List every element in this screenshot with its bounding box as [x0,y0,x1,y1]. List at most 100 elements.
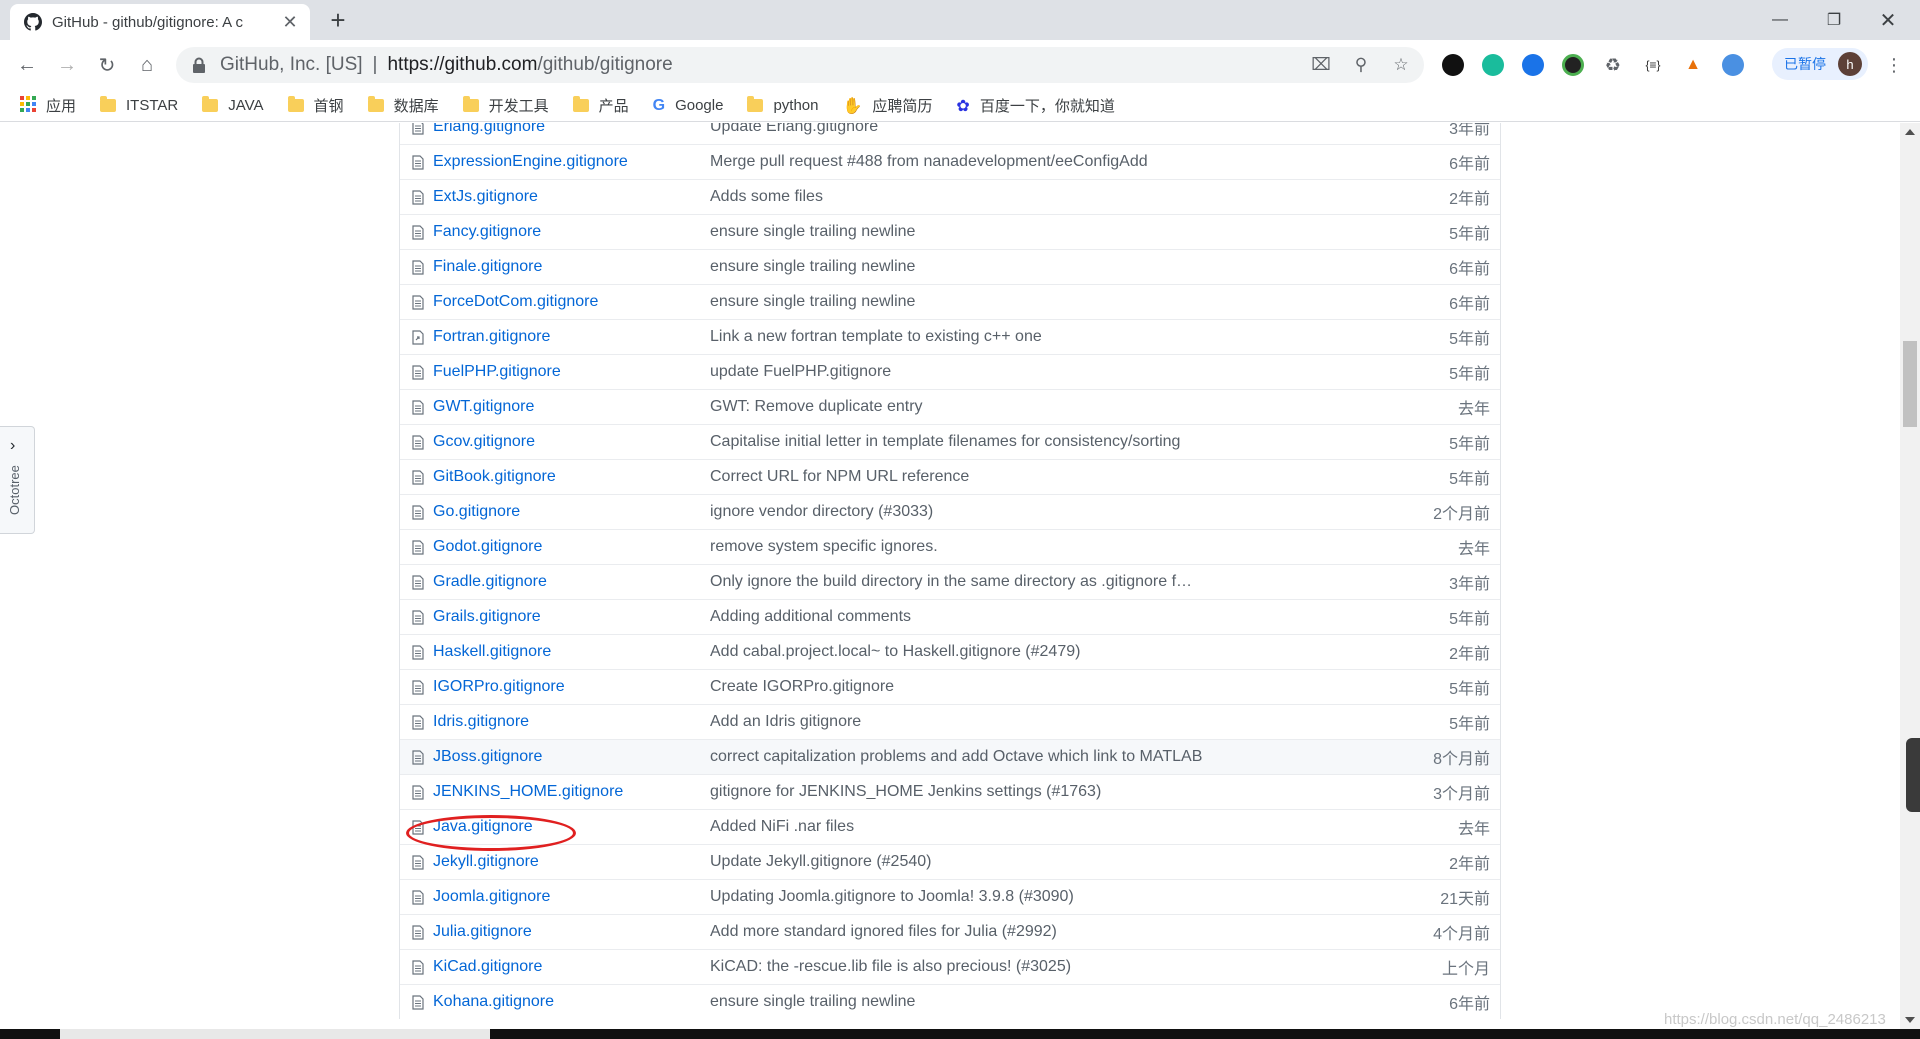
bookmark-item[interactable]: python [747,96,818,114]
file-row[interactable]: Kohana.gitignore ensure single trailing n… [400,984,1500,1019]
file-row[interactable]: KiCad.gitignore KiCAD: the -rescue.lib fi… [400,949,1500,984]
commit-message-link[interactable]: Adding additional comments [710,608,911,626]
more-menu-icon[interactable]: ⋮ [1884,54,1904,76]
file-row[interactable]: Erlang.gitignore Update Erlang.gitignore 3… [400,123,1500,144]
translate-icon[interactable]: ⌧ [1308,53,1334,77]
extension-icon-4[interactable] [1562,54,1584,76]
commit-message-link[interactable]: Add cabal.project.local~ to Haskell.giti… [710,643,1080,661]
file-name-link[interactable]: GWT.gitignore [433,398,534,416]
new-tab-button[interactable]: + [325,7,351,34]
commit-message-link[interactable]: correct capitalization problems and add … [710,748,1202,766]
taskbar-item[interactable] [60,1029,490,1039]
file-row[interactable]: Gradle.gitignore Only ignore the build di… [400,564,1500,599]
file-name-link[interactable]: Joomla.gitignore [433,888,550,906]
file-name-link[interactable]: Go.gitignore [433,503,520,521]
file-name-link[interactable]: Gcov.gitignore [433,433,535,451]
file-name-link[interactable]: JENKINS_HOME.gitignore [433,783,623,801]
scroll-up-icon[interactable] [1905,129,1915,135]
extension-icon-7[interactable]: ▲ [1682,54,1704,76]
commit-message-link[interactable]: Only ignore the build directory in the s… [710,573,1192,591]
file-row[interactable]: Grails.gitignore Adding additional commen… [400,599,1500,634]
file-name-link[interactable]: JBoss.gitignore [433,748,542,766]
file-row[interactable]: FuelPHP.gitignore update FuelPHP.gitignor… [400,354,1500,389]
commit-message-link[interactable]: GWT: Remove duplicate entry [710,398,923,416]
address-bar[interactable]: GitHub, Inc. [US] | https://github.com/g… [176,47,1424,83]
file-name-link[interactable]: Idris.gitignore [433,713,529,731]
commit-message-link[interactable]: Capitalise initial letter in template fi… [710,433,1180,451]
file-name-link[interactable]: KiCad.gitignore [433,958,542,976]
bookmark-item[interactable]: ✿ 百度一下，你就知道 [956,95,1114,116]
side-widget[interactable] [1906,738,1920,812]
file-row[interactable]: Gcov.gitignore Capitalise initial letter … [400,424,1500,459]
file-name-link[interactable]: Kohana.gitignore [433,993,554,1011]
file-row[interactable]: Godot.gitignore remove system specific ig… [400,529,1500,564]
file-name-link[interactable]: Godot.gitignore [433,538,542,556]
file-row[interactable]: Java.gitignore Added NiFi .nar files 去年 [400,809,1500,844]
file-name-link[interactable]: ExpressionEngine.gitignore [433,153,628,171]
zoom-icon[interactable]: ⚲ [1348,53,1374,77]
commit-message-link[interactable]: Link a new fortran template to existing … [710,328,1042,346]
file-name-link[interactable]: IGORPro.gitignore [433,678,565,696]
forward-icon[interactable]: → [52,50,82,80]
bookmark-item[interactable]: G Google [653,97,724,115]
file-name-link[interactable]: ExtJs.gitignore [433,188,538,206]
scroll-down-icon[interactable] [1905,1017,1915,1023]
file-row[interactable]: Joomla.gitignore Updating Joomla.gitignor… [400,879,1500,914]
file-name-link[interactable]: Fortran.gitignore [433,328,550,346]
octotree-toggle[interactable]: › Octotree [0,426,35,534]
bookmark-item[interactable]: 产品 [572,95,629,116]
file-name-link[interactable]: Jekyll.gitignore [433,853,539,871]
bookmark-item[interactable]: ITSTAR [100,96,178,114]
commit-message-link[interactable]: Add more standard ignored files for Juli… [710,923,1057,941]
extension-icon-2[interactable] [1482,54,1504,76]
file-row[interactable]: Julia.gitignore Add more standard ignored… [400,914,1500,949]
browser-tab[interactable]: GitHub - github/gitignore: A c ✕ [10,4,310,40]
bookmark-item[interactable]: JAVA [202,96,264,114]
window-close-icon[interactable]: ✕ [1860,0,1916,40]
file-name-link[interactable]: Grails.gitignore [433,608,541,626]
commit-message-link[interactable]: remove system specific ignores. [710,538,938,556]
back-icon[interactable]: ← [12,50,42,80]
bookmark-item[interactable]: 数据库 [367,95,439,116]
file-row[interactable]: IGORPro.gitignore Create IGORPro.gitignor… [400,669,1500,704]
extension-icon-1[interactable] [1442,54,1464,76]
commit-message-link[interactable]: KiCAD: the -rescue.lib file is also prec… [710,958,1071,976]
file-row[interactable]: Fancy.gitignore ensure single trailing ne… [400,214,1500,249]
file-row[interactable]: Idris.gitignore Add an Idris gitignore 5年前 [400,704,1500,739]
commit-message-link[interactable]: ensure single trailing newline [710,223,915,241]
file-row[interactable]: Fortran.gitignore Link a new fortran temp… [400,319,1500,354]
file-row[interactable]: GitBook.gitignore Correct URL for NPM URL… [400,459,1500,494]
commit-message-link[interactable]: Update Erlang.gitignore [710,123,878,136]
bookmark-item[interactable]: 首钢 [287,95,344,116]
commit-message-link[interactable]: Update Jekyll.gitignore (#2540) [710,853,931,871]
file-name-link[interactable]: Java.gitignore [433,818,533,836]
commit-message-link[interactable]: ensure single trailing newline [710,293,915,311]
file-name-link[interactable]: Erlang.gitignore [433,123,545,136]
file-name-link[interactable]: ForceDotCom.gitignore [433,293,598,311]
commit-message-link[interactable]: ensure single trailing newline [710,993,915,1011]
commit-message-link[interactable]: Updating Joomla.gitignore to Joomla! 3.9… [710,888,1074,906]
bookmark-star-icon[interactable]: ☆ [1388,53,1414,77]
reload-icon[interactable]: ↻ [92,50,122,80]
file-name-link[interactable]: GitBook.gitignore [433,468,556,486]
scrollbar-thumb[interactable] [1903,341,1917,427]
commit-message-link[interactable]: Create IGORPro.gitignore [710,678,894,696]
file-name-link[interactable]: Finale.gitignore [433,258,542,276]
vertical-scrollbar[interactable] [1900,123,1920,1029]
commit-message-link[interactable]: ignore vendor directory (#3033) [710,503,933,521]
file-row[interactable]: Haskell.gitignore Add cabal.project.local… [400,634,1500,669]
file-row[interactable]: ExpressionEngine.gitignore Merge pull req… [400,144,1500,179]
file-name-link[interactable]: Julia.gitignore [433,923,532,941]
file-name-link[interactable]: Haskell.gitignore [433,643,551,661]
commit-message-link[interactable]: Merge pull request #488 from nanadevelop… [710,153,1148,171]
minimize-icon[interactable]: — [1752,0,1808,40]
file-row[interactable]: GWT.gitignore GWT: Remove duplicate entry… [400,389,1500,424]
extension-icon-8[interactable] [1722,54,1744,76]
commit-message-link[interactable]: Adds some files [710,188,823,206]
close-tab-icon[interactable]: ✕ [280,12,300,32]
bookmark-item[interactable]: ✋ 应聘简历 [842,95,932,116]
file-row[interactable]: ExtJs.gitignore Adds some files 2年前 [400,179,1500,214]
restore-icon[interactable]: ❐ [1806,0,1862,40]
commit-message-link[interactable]: update FuelPHP.gitignore [710,363,891,381]
file-row[interactable]: JBoss.gitignore correct capitalization pr… [400,739,1500,774]
